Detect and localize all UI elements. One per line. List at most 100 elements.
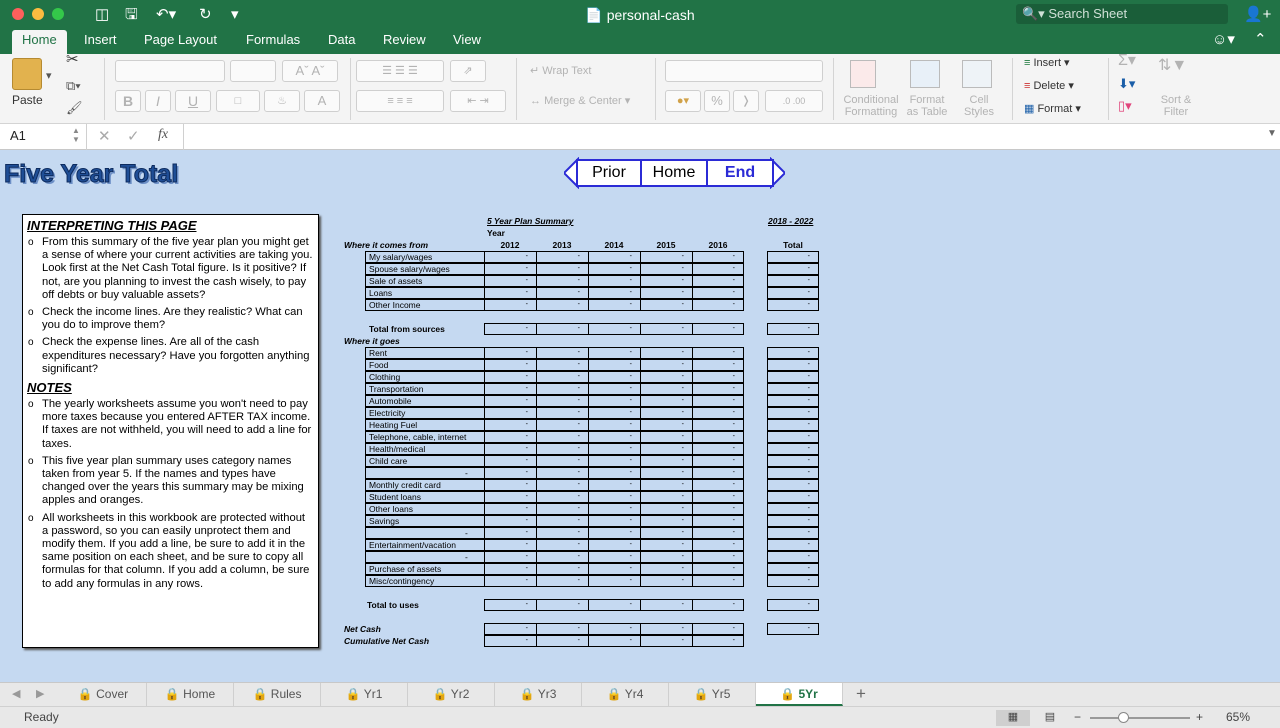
table-cell[interactable]: - (640, 551, 692, 563)
collapse-ribbon-icon[interactable]: ⌃ (1254, 30, 1267, 50)
currency-icon[interactable]: ●▾ (665, 90, 701, 112)
table-cell[interactable]: - (640, 419, 692, 431)
table-cell[interactable]: - (536, 275, 588, 287)
table-cell[interactable]: - (640, 299, 692, 311)
zoom-slider[interactable] (1090, 717, 1190, 719)
table-cell[interactable]: - (536, 359, 588, 371)
table-cell[interactable]: - (588, 383, 640, 395)
total-cell[interactable]: - (767, 287, 819, 299)
table-cell[interactable]: - (692, 599, 744, 611)
total-cell[interactable]: - (767, 527, 819, 539)
zoom-slider-thumb[interactable] (1118, 712, 1129, 723)
formula-input[interactable] (190, 128, 1260, 146)
table-cell[interactable]: - (484, 551, 536, 563)
table-cell[interactable]: - (692, 527, 744, 539)
total-cell[interactable]: - (767, 575, 819, 587)
table-cell[interactable]: - (536, 575, 588, 587)
table-cell[interactable]: - (484, 263, 536, 275)
font-color-icon[interactable]: A (304, 90, 340, 112)
table-cell[interactable]: - (692, 575, 744, 587)
cut-icon[interactable]: ✂ (66, 52, 79, 67)
table-cell[interactable]: - (692, 515, 744, 527)
total-cell[interactable]: - (767, 371, 819, 383)
page-layout-view-icon[interactable]: ▤ (1040, 710, 1060, 726)
table-cell[interactable]: - (484, 515, 536, 527)
total-cell[interactable]: - (767, 383, 819, 395)
table-cell[interactable]: - (536, 563, 588, 575)
table-cell[interactable]: - (536, 467, 588, 479)
total-cell[interactable]: - (767, 419, 819, 431)
table-cell[interactable]: - (536, 635, 588, 647)
total-cell[interactable]: - (767, 479, 819, 491)
table-cell[interactable]: - (484, 623, 536, 635)
table-cell[interactable]: - (692, 551, 744, 563)
sheet-tab-rules[interactable]: 🔒 Rules (234, 683, 321, 706)
table-cell[interactable]: - (692, 455, 744, 467)
zoom-out-icon[interactable]: − (1074, 707, 1081, 728)
table-cell[interactable]: - (588, 575, 640, 587)
cell-styles-icon[interactable] (962, 60, 992, 88)
total-cell[interactable]: - (767, 251, 819, 263)
table-cell[interactable]: - (588, 251, 640, 263)
table-cell[interactable]: - (640, 395, 692, 407)
total-cell[interactable]: - (767, 359, 819, 371)
scroll-left-icon[interactable]: ◀ (12, 687, 20, 700)
table-cell[interactable]: - (536, 539, 588, 551)
cell-styles-button[interactable]: Cell Styles (958, 94, 1000, 118)
total-cell[interactable]: - (767, 503, 819, 515)
italic-button[interactable]: I (145, 90, 171, 112)
table-cell[interactable]: - (588, 431, 640, 443)
format-painter-icon[interactable]: 🖌 (66, 101, 83, 114)
table-cell[interactable]: - (484, 479, 536, 491)
table-cell[interactable]: - (536, 503, 588, 515)
sheet-tab-yr2[interactable]: 🔒 Yr2 (408, 683, 495, 706)
total-cell[interactable]: - (767, 275, 819, 287)
table-cell[interactable]: - (484, 635, 536, 647)
table-cell[interactable]: - (588, 527, 640, 539)
table-cell[interactable]: - (484, 275, 536, 287)
horizontal-align-icons[interactable]: ≡ ≡ ≡ (356, 90, 444, 112)
table-cell[interactable]: - (640, 407, 692, 419)
fill-icon[interactable]: ⬇▾ (1118, 77, 1135, 90)
table-cell[interactable]: - (536, 251, 588, 263)
table-cell[interactable]: - (640, 287, 692, 299)
sheet-tab-yr5[interactable]: 🔒 Yr5 (669, 683, 756, 706)
table-cell[interactable]: - (692, 251, 744, 263)
table-cell[interactable]: - (692, 395, 744, 407)
table-cell[interactable]: - (536, 323, 588, 335)
tab-insert[interactable]: Insert (74, 30, 127, 54)
table-cell[interactable]: - (588, 551, 640, 563)
table-cell[interactable]: - (536, 383, 588, 395)
table-cell[interactable]: - (536, 599, 588, 611)
cancel-entry-icon[interactable]: ✕ (98, 127, 111, 145)
table-cell[interactable]: - (536, 443, 588, 455)
table-cell[interactable]: - (640, 515, 692, 527)
table-cell[interactable]: - (588, 467, 640, 479)
table-cell[interactable]: - (536, 623, 588, 635)
table-cell[interactable]: - (484, 383, 536, 395)
table-cell[interactable]: - (588, 371, 640, 383)
percent-button[interactable]: % (704, 90, 730, 112)
table-cell[interactable]: - (536, 347, 588, 359)
underline-button[interactable]: U (175, 90, 211, 112)
table-cell[interactable]: - (484, 491, 536, 503)
table-cell[interactable]: - (640, 251, 692, 263)
table-cell[interactable]: - (536, 287, 588, 299)
tab-page-layout[interactable]: Page Layout (134, 30, 227, 54)
format-cells-button[interactable]: ▦ Format ▾ (1024, 103, 1081, 115)
table-cell[interactable]: - (484, 503, 536, 515)
table-cell[interactable]: - (536, 551, 588, 563)
table-cell[interactable]: - (640, 575, 692, 587)
table-cell[interactable]: - (484, 395, 536, 407)
format-as-table-icon[interactable] (910, 60, 940, 88)
total-cell[interactable]: - (767, 539, 819, 551)
total-cell[interactable]: - (767, 347, 819, 359)
table-cell[interactable]: - (588, 347, 640, 359)
search-sheet-input[interactable]: 🔍▾ Search Sheet (1016, 4, 1228, 24)
table-cell[interactable]: - (536, 419, 588, 431)
table-cell[interactable]: - (692, 563, 744, 575)
table-cell[interactable]: - (484, 371, 536, 383)
table-cell[interactable]: - (692, 503, 744, 515)
table-cell[interactable]: - (484, 251, 536, 263)
table-cell[interactable]: - (692, 299, 744, 311)
